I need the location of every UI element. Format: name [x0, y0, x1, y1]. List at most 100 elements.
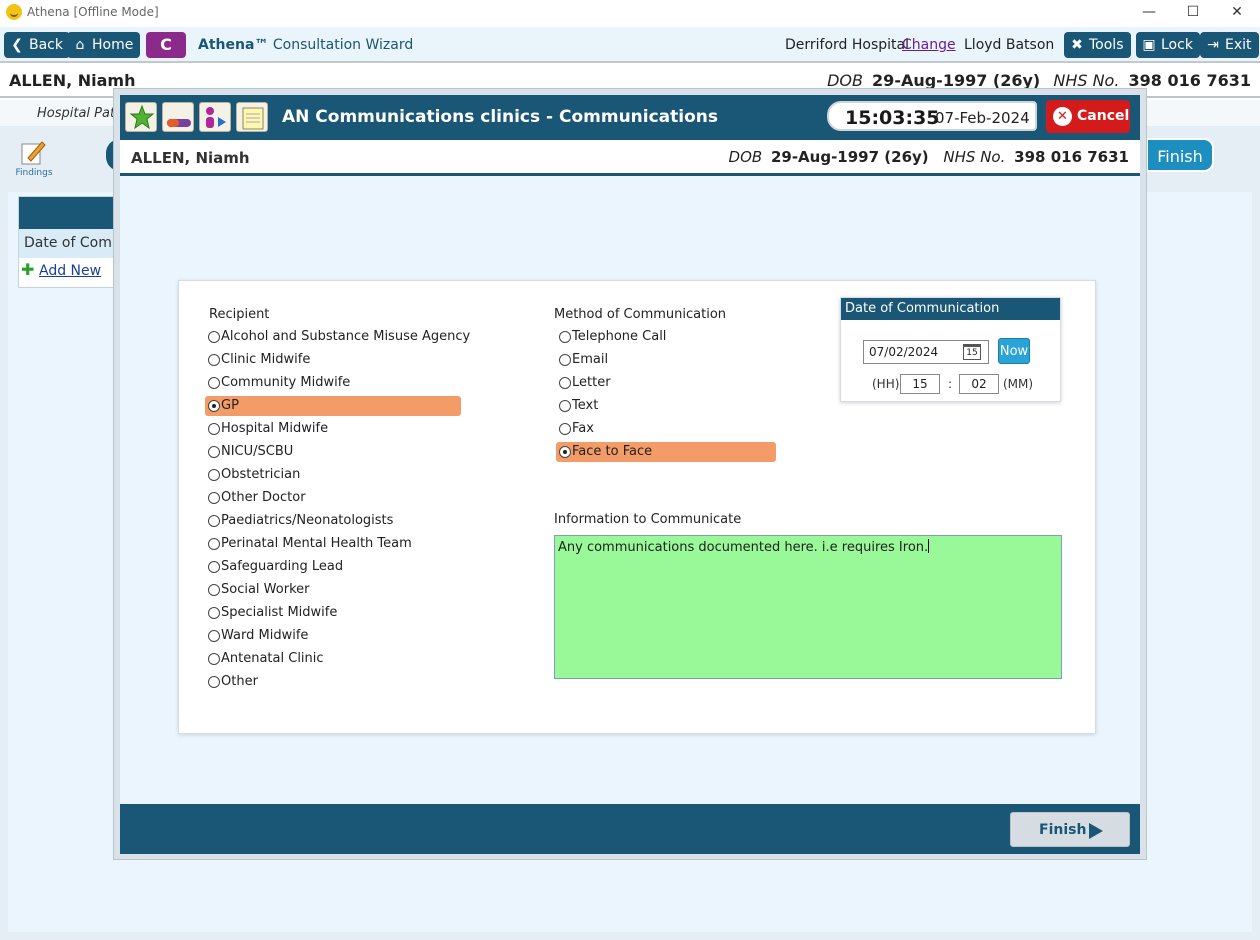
maximize-icon[interactable]: ☐	[1173, 2, 1213, 22]
recipient-radio-label: Obstetrician	[221, 467, 301, 482]
window-title: Athena [Offline Mode]	[27, 5, 159, 19]
cancel-button[interactable]: ✕ Cancel	[1046, 100, 1130, 133]
radio-button-icon[interactable]	[208, 607, 220, 619]
recipient-radio-1[interactable]: Clinic Midwife	[205, 350, 310, 370]
close-icon: ✕	[1053, 107, 1072, 126]
modal-nhs-label: NHS No.	[943, 148, 1006, 166]
change-hospital-link[interactable]: Change	[902, 37, 956, 53]
recipient-radio-5[interactable]: NICU/SCBU	[205, 442, 293, 462]
method-radio-5[interactable]: Face to Face	[556, 442, 776, 462]
method-radio-3[interactable]: Text	[556, 396, 598, 416]
modal-nhs-value: 398 016 7631	[1014, 148, 1129, 166]
radio-button-icon[interactable]	[208, 584, 220, 596]
radio-button-icon[interactable]	[208, 492, 220, 504]
background-finish-button[interactable]: Finish	[1146, 138, 1214, 172]
method-radio-label: Letter	[572, 375, 611, 390]
recipient-radio-8[interactable]: Paediatrics/Neonatologists	[205, 511, 393, 531]
plus-icon: ✚	[21, 260, 35, 279]
info-text: Any communications documented here. i.e …	[558, 540, 929, 555]
radio-button-icon[interactable]	[208, 423, 220, 435]
radio-button-icon[interactable]	[559, 423, 571, 435]
recipient-radio-label: Hospital Midwife	[221, 421, 329, 436]
mm-label: (MM)	[1003, 377, 1034, 391]
radio-button-icon[interactable]	[559, 331, 571, 343]
radio-button-icon[interactable]	[208, 354, 220, 366]
c-button[interactable]: C	[146, 32, 186, 58]
close-window-icon[interactable]: ✕	[1217, 2, 1257, 22]
recipient-radio-label: Antenatal Clinic	[221, 651, 324, 666]
recipient-radio-13[interactable]: Ward Midwife	[205, 626, 308, 646]
lock-button[interactable]: ▣ Lock	[1136, 32, 1200, 58]
recipient-radio-0[interactable]: Alcohol and Substance Misuse Agency	[205, 327, 470, 347]
modal-dob-value: 29-Aug-1997 (26y)	[770, 148, 929, 166]
radio-button-icon[interactable]	[559, 377, 571, 389]
modal-dob-label: DOB	[728, 148, 763, 166]
now-button[interactable]: Now	[998, 338, 1030, 364]
recipient-radio-label: GP	[221, 398, 239, 413]
radio-button-icon[interactable]	[208, 538, 220, 550]
brand-name: Athena™	[198, 37, 269, 53]
recipient-radio-10[interactable]: Safeguarding Lead	[205, 557, 343, 577]
recipient-radio-label: Social Worker	[221, 582, 310, 597]
radio-button-icon[interactable]	[559, 354, 571, 366]
radio-button-icon[interactable]	[559, 446, 571, 458]
notes-icon[interactable]	[236, 102, 268, 132]
radio-button-icon[interactable]	[559, 400, 571, 412]
recipient-radio-15[interactable]: Other	[205, 672, 258, 692]
back-button[interactable]: ❮ Back	[4, 32, 70, 58]
calendar-icon[interactable]: 15	[963, 344, 981, 360]
radio-button-icon[interactable]	[208, 400, 220, 412]
hour-input[interactable]: 15	[900, 374, 940, 394]
medication-icon[interactable]	[162, 102, 194, 132]
tools-button[interactable]: ✖ Tools	[1064, 32, 1131, 58]
minimize-icon[interactable]: —	[1129, 2, 1169, 22]
back-label: Back	[29, 37, 63, 53]
recipient-radio-3[interactable]: GP	[205, 396, 461, 416]
clinic-icon[interactable]	[125, 102, 157, 132]
findings-label: Findings	[15, 168, 53, 178]
findings-button[interactable]: Findings	[15, 138, 53, 182]
recipient-radio-2[interactable]: Community Midwife	[205, 373, 350, 393]
radio-button-icon[interactable]	[208, 515, 220, 527]
recipient-radio-14[interactable]: Antenatal Clinic	[205, 649, 324, 669]
patient-flow-icon[interactable]	[199, 102, 231, 132]
method-radio-1[interactable]: Email	[556, 350, 608, 370]
radio-button-icon[interactable]	[208, 653, 220, 665]
home-label: Home	[92, 37, 134, 53]
tools-icon: ✖	[1071, 37, 1083, 53]
method-radio-label: Face to Face	[572, 444, 653, 459]
athena-logo-icon	[6, 4, 22, 20]
date-box-title: Date of Communication	[841, 298, 1060, 320]
recipient-radio-11[interactable]: Social Worker	[205, 580, 309, 600]
recipient-radio-label: Ward Midwife	[221, 628, 309, 643]
radio-button-icon[interactable]	[208, 331, 220, 343]
recipient-radio-7[interactable]: Other Doctor	[205, 488, 306, 508]
radio-button-icon[interactable]	[208, 446, 220, 458]
method-radio-4[interactable]: Fax	[556, 419, 594, 439]
finish-button[interactable]: Finish	[1010, 812, 1130, 847]
exit-button[interactable]: ⇥ Exit	[1200, 32, 1259, 58]
modal-title: AN Communications clinics - Communicatio…	[282, 107, 719, 127]
recipient-radio-9[interactable]: Perinatal Mental Health Team	[205, 534, 412, 554]
recipient-radio-6[interactable]: Obstetrician	[205, 465, 300, 485]
radio-button-icon[interactable]	[208, 676, 220, 688]
add-new-link[interactable]: Add New	[39, 263, 101, 279]
hospital-name: Derriford Hospital	[785, 37, 910, 53]
home-button[interactable]: ⌂ Home	[67, 32, 141, 58]
clock-time: 15:03:35	[845, 107, 940, 129]
radio-button-icon[interactable]	[208, 469, 220, 481]
method-radio-0[interactable]: Telephone Call	[556, 327, 666, 347]
recipient-radio-4[interactable]: Hospital Midwife	[205, 419, 328, 439]
radio-button-icon[interactable]	[208, 377, 220, 389]
radio-button-icon[interactable]	[208, 561, 220, 573]
exit-label: Exit	[1225, 37, 1252, 53]
info-textarea[interactable]: Any communications documented here. i.e …	[554, 535, 1062, 679]
minute-input[interactable]: 02	[959, 374, 999, 394]
method-radio-2[interactable]: Letter	[556, 373, 611, 393]
radio-button-icon[interactable]	[208, 630, 220, 642]
recipient-radio-12[interactable]: Specialist Midwife	[205, 603, 337, 623]
recipient-radio-label: Alcohol and Substance Misuse Agency	[221, 329, 471, 344]
finish-label: Finish	[1039, 822, 1087, 838]
modal-patient-name: ALLEN, Niamh	[131, 149, 250, 167]
add-new-row[interactable]: ✚ Add New	[19, 258, 117, 287]
